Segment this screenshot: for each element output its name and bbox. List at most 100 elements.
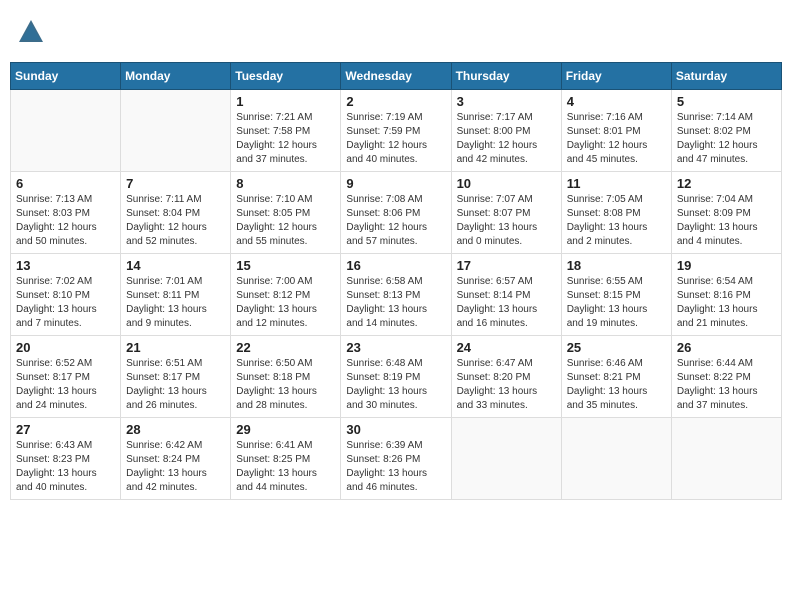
day-info: Sunrise: 7:02 AM Sunset: 8:10 PM Dayligh… [16, 275, 115, 331]
day-number: 17 [457, 258, 556, 273]
calendar-day-5: 5 Sunrise: 7:14 AM Sunset: 8:02 PM Daylig… [671, 90, 781, 172]
day-number: 19 [677, 258, 776, 273]
day-number: 21 [126, 340, 225, 355]
day-number: 20 [16, 340, 115, 355]
calendar-day-empty [121, 90, 231, 172]
calendar-day-22: 22 Sunrise: 6:50 AM Sunset: 8:18 PM Dayli… [231, 336, 341, 418]
calendar-day-9: 9 Sunrise: 7:08 AM Sunset: 8:06 PM Daylig… [341, 172, 451, 254]
day-info: Sunrise: 7:04 AM Sunset: 8:09 PM Dayligh… [677, 193, 776, 249]
calendar-week-row: 1 Sunrise: 7:21 AM Sunset: 7:58 PM Daylig… [11, 90, 782, 172]
day-info: Sunrise: 7:13 AM Sunset: 8:03 PM Dayligh… [16, 193, 115, 249]
day-info: Sunrise: 6:44 AM Sunset: 8:22 PM Dayligh… [677, 357, 776, 413]
day-number: 8 [236, 176, 335, 191]
day-number: 12 [677, 176, 776, 191]
day-number: 14 [126, 258, 225, 273]
calendar-day-empty [561, 418, 671, 500]
calendar-day-26: 26 Sunrise: 6:44 AM Sunset: 8:22 PM Dayli… [671, 336, 781, 418]
day-number: 16 [346, 258, 445, 273]
day-info: Sunrise: 7:11 AM Sunset: 8:04 PM Dayligh… [126, 193, 225, 249]
calendar-day-13: 13 Sunrise: 7:02 AM Sunset: 8:10 PM Dayli… [11, 254, 121, 336]
day-info: Sunrise: 6:50 AM Sunset: 8:18 PM Dayligh… [236, 357, 335, 413]
weekday-header-thursday: Thursday [451, 63, 561, 90]
calendar-day-18: 18Sunrise: 6:55 AM Sunset: 8:15 PM Dayli… [561, 254, 671, 336]
day-info: Sunrise: 7:05 AM Sunset: 8:08 PM Dayligh… [567, 193, 666, 249]
weekday-header-friday: Friday [561, 63, 671, 90]
calendar-day-6: 6 Sunrise: 7:13 AM Sunset: 8:03 PM Daylig… [11, 172, 121, 254]
day-info: Sunrise: 7:00 AM Sunset: 8:12 PM Dayligh… [236, 275, 335, 331]
day-info: Sunrise: 7:19 AM Sunset: 7:59 PM Dayligh… [346, 111, 445, 167]
day-info: Sunrise: 6:51 AM Sunset: 8:17 PM Dayligh… [126, 357, 225, 413]
calendar-day-28: 28Sunrise: 6:42 AM Sunset: 8:24 PM Dayli… [121, 418, 231, 500]
day-number: 6 [16, 176, 115, 191]
calendar-day-29: 29 Sunrise: 6:41 AM Sunset: 8:25 PM Dayli… [231, 418, 341, 500]
day-info: Sunrise: 6:54 AM Sunset: 8:16 PM Dayligh… [677, 275, 776, 331]
day-info: Sunrise: 6:42 AM Sunset: 8:24 PM Dayligh… [126, 439, 225, 495]
day-number: 24 [457, 340, 556, 355]
day-number: 23 [346, 340, 445, 355]
day-info: Sunrise: 6:47 AM Sunset: 8:20 PM Dayligh… [457, 357, 556, 413]
day-number: 9 [346, 176, 445, 191]
calendar-week-row: 13 Sunrise: 7:02 AM Sunset: 8:10 PM Dayli… [11, 254, 782, 336]
day-info: Sunrise: 6:55 AM Sunset: 8:15 PM Dayligh… [567, 275, 666, 331]
calendar-day-empty [11, 90, 121, 172]
day-number: 2 [346, 94, 445, 109]
day-info: Sunrise: 6:39 AM Sunset: 8:26 PM Dayligh… [346, 439, 445, 495]
day-number: 5 [677, 94, 776, 109]
day-info: Sunrise: 7:08 AM Sunset: 8:06 PM Dayligh… [346, 193, 445, 249]
day-number: 7 [126, 176, 225, 191]
day-info: Sunrise: 6:41 AM Sunset: 8:25 PM Dayligh… [236, 439, 335, 495]
calendar-day-21: 21 Sunrise: 6:51 AM Sunset: 8:17 PM Dayli… [121, 336, 231, 418]
weekday-header-row: SundayMondayTuesdayWednesdayThursdayFrid… [11, 63, 782, 90]
day-number: 13 [16, 258, 115, 273]
calendar-day-23: 23 Sunrise: 6:48 AM Sunset: 8:19 PM Dayli… [341, 336, 451, 418]
day-info: Sunrise: 7:14 AM Sunset: 8:02 PM Dayligh… [677, 111, 776, 167]
calendar-day-12: 12 Sunrise: 7:04 AM Sunset: 8:09 PM Dayli… [671, 172, 781, 254]
day-number: 30 [346, 422, 445, 437]
day-number: 15 [236, 258, 335, 273]
day-number: 1 [236, 94, 335, 109]
day-number: 25 [567, 340, 666, 355]
calendar-day-7: 7 Sunrise: 7:11 AM Sunset: 8:04 PM Daylig… [121, 172, 231, 254]
day-info: Sunrise: 7:07 AM Sunset: 8:07 PM Dayligh… [457, 193, 556, 249]
calendar-week-row: 27 Sunrise: 6:43 AM Sunset: 8:23 PM Dayli… [11, 418, 782, 500]
day-number: 27 [16, 422, 115, 437]
weekday-header-monday: Monday [121, 63, 231, 90]
calendar-day-14: 14 Sunrise: 7:01 AM Sunset: 8:11 PM Dayli… [121, 254, 231, 336]
calendar-day-27: 27 Sunrise: 6:43 AM Sunset: 8:23 PM Dayli… [11, 418, 121, 500]
day-info: Sunrise: 6:46 AM Sunset: 8:21 PM Dayligh… [567, 357, 666, 413]
calendar-day-24: 24 Sunrise: 6:47 AM Sunset: 8:20 PM Dayli… [451, 336, 561, 418]
day-info: Sunrise: 7:01 AM Sunset: 8:11 PM Dayligh… [126, 275, 225, 331]
calendar-day-16: 16Sunrise: 6:58 AM Sunset: 8:13 PM Dayli… [341, 254, 451, 336]
calendar-table: SundayMondayTuesdayWednesdayThursdayFrid… [10, 62, 782, 500]
calendar-day-empty [451, 418, 561, 500]
calendar-day-8: 8 Sunrise: 7:10 AM Sunset: 8:05 PM Daylig… [231, 172, 341, 254]
day-number: 26 [677, 340, 776, 355]
weekday-header-tuesday: Tuesday [231, 63, 341, 90]
day-info: Sunrise: 6:57 AM Sunset: 8:14 PM Dayligh… [457, 275, 556, 331]
day-info: Sunrise: 7:21 AM Sunset: 7:58 PM Dayligh… [236, 111, 335, 167]
calendar-day-11: 11 Sunrise: 7:05 AM Sunset: 8:08 PM Dayli… [561, 172, 671, 254]
calendar-day-15: 15 Sunrise: 7:00 AM Sunset: 8:12 PM Dayli… [231, 254, 341, 336]
day-number: 11 [567, 176, 666, 191]
day-info: Sunrise: 6:48 AM Sunset: 8:19 PM Dayligh… [346, 357, 445, 413]
calendar-day-3: 3Sunrise: 7:17 AM Sunset: 8:00 PM Daylig… [451, 90, 561, 172]
weekday-header-wednesday: Wednesday [341, 63, 451, 90]
calendar-day-30: 30 Sunrise: 6:39 AM Sunset: 8:26 PM Dayli… [341, 418, 451, 500]
calendar-day-25: 25 Sunrise: 6:46 AM Sunset: 8:21 PM Dayli… [561, 336, 671, 418]
day-info: Sunrise: 6:52 AM Sunset: 8:17 PM Dayligh… [16, 357, 115, 413]
day-info: Sunrise: 6:43 AM Sunset: 8:23 PM Dayligh… [16, 439, 115, 495]
logo [14, 18, 45, 46]
header [10, 10, 782, 54]
calendar-day-empty [671, 418, 781, 500]
weekday-header-sunday: Sunday [11, 63, 121, 90]
day-number: 3 [457, 94, 556, 109]
calendar-day-4: 4Sunrise: 7:16 AM Sunset: 8:01 PM Daylig… [561, 90, 671, 172]
day-info: Sunrise: 7:16 AM Sunset: 8:01 PM Dayligh… [567, 111, 666, 167]
weekday-header-saturday: Saturday [671, 63, 781, 90]
day-number: 10 [457, 176, 556, 191]
day-number: 22 [236, 340, 335, 355]
calendar-day-2: 2 Sunrise: 7:19 AM Sunset: 7:59 PM Daylig… [341, 90, 451, 172]
day-info: Sunrise: 7:10 AM Sunset: 8:05 PM Dayligh… [236, 193, 335, 249]
logo-icon [17, 18, 45, 46]
day-number: 29 [236, 422, 335, 437]
